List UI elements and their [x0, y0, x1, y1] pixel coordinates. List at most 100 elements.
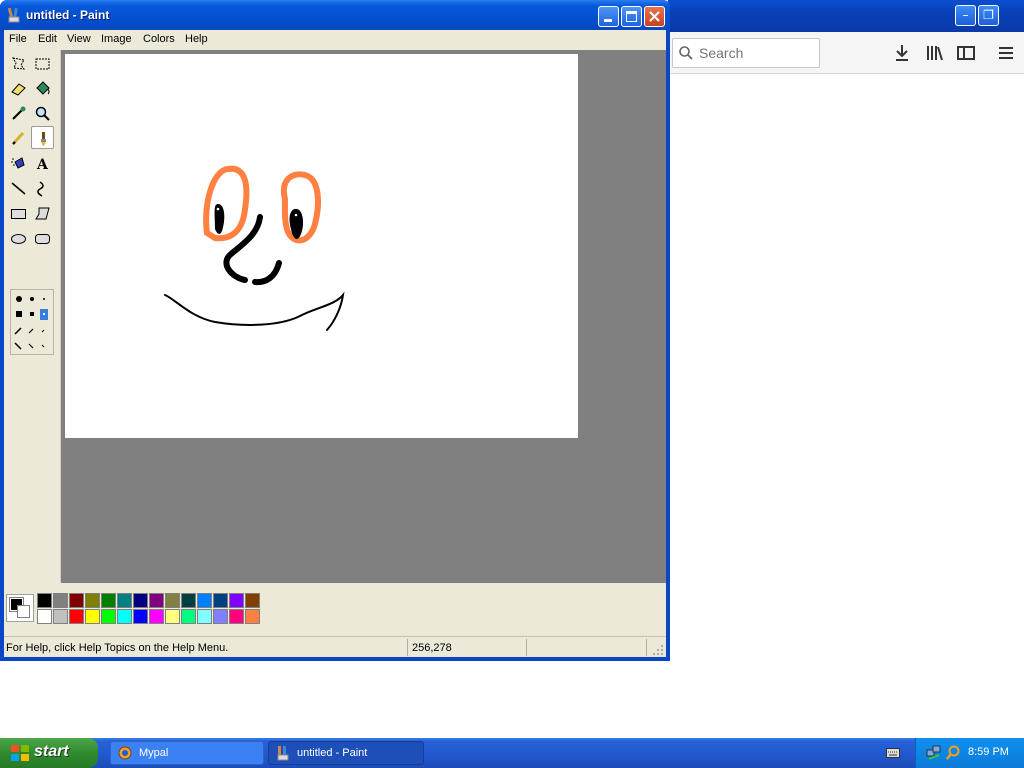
ellipse-tool[interactable]: [7, 227, 30, 250]
text-tool[interactable]: A: [31, 152, 54, 175]
menu-edit[interactable]: Edit: [38, 33, 57, 45]
brush-shapes-icon: [14, 296, 48, 350]
curve-tool[interactable]: [31, 177, 54, 200]
rounded-rectangle-tool[interactable]: [31, 227, 54, 250]
palette-swatch[interactable]: [53, 609, 68, 624]
palette-swatch[interactable]: [197, 593, 212, 608]
line-tool[interactable]: [7, 177, 30, 200]
palette-swatch[interactable]: [213, 609, 228, 624]
palette-swatch[interactable]: [85, 609, 100, 624]
free-form-select-tool[interactable]: [7, 52, 30, 75]
palette-swatch[interactable]: [165, 593, 180, 608]
paint-client-area: File Edit View Image Colors Help A For H…: [4, 30, 666, 657]
palette-swatch[interactable]: [85, 593, 100, 608]
palette-swatch[interactable]: [69, 609, 84, 624]
maximize-icon: [626, 11, 637, 22]
polygon-tool[interactable]: [31, 202, 54, 225]
color-palette: [4, 583, 666, 634]
browser-restore-button[interactable]: ❐: [978, 5, 999, 26]
palette-swatch[interactable]: [165, 609, 180, 624]
menu-view[interactable]: View: [67, 33, 91, 45]
system-tray: 8:59 PM: [915, 738, 1024, 768]
pick-color-tool[interactable]: [7, 102, 30, 125]
browser-toolbar: [668, 32, 1024, 74]
taskbar: start Mypal untitled - Paint 8:59 PM: [0, 738, 1024, 768]
start-label: start: [34, 743, 69, 760]
sidebar-icon[interactable]: [956, 43, 976, 63]
smiley-face-drawing: [164, 165, 345, 331]
rectangle-tool[interactable]: [7, 202, 30, 225]
window-title: untitled - Paint: [26, 8, 110, 22]
taskbar-item-paint[interactable]: untitled - Paint: [268, 741, 424, 765]
palette-swatch[interactable]: [213, 593, 228, 608]
drawing-canvas[interactable]: [65, 54, 578, 438]
palette-swatch[interactable]: [245, 609, 260, 624]
menu-icon[interactable]: [996, 43, 1016, 63]
eraser-tool[interactable]: [7, 77, 30, 100]
minimize-button[interactable]: [598, 6, 619, 27]
palette-swatch[interactable]: [197, 609, 212, 624]
network-icon[interactable]: [926, 745, 942, 761]
eraser-icon: [11, 83, 26, 96]
rectangle-icon: [11, 209, 26, 219]
status-divider: [526, 639, 527, 656]
pencil-tool[interactable]: [7, 127, 30, 150]
curve-icon: [37, 181, 44, 197]
taskbar-item-mypal[interactable]: Mypal: [110, 741, 264, 765]
library-icon[interactable]: [924, 43, 944, 63]
palette-swatch[interactable]: [53, 593, 68, 608]
menu-help[interactable]: Help: [185, 33, 208, 45]
search-box[interactable]: [672, 38, 820, 68]
palette-swatch[interactable]: [101, 609, 116, 624]
menu-image[interactable]: Image: [101, 33, 132, 45]
status-bar: For Help, click Help Topics on the Help …: [4, 636, 666, 657]
close-icon: [649, 11, 660, 22]
brush-tool[interactable]: [31, 126, 54, 149]
fill-tool[interactable]: [31, 77, 54, 100]
browser-minimize-button[interactable]: –: [955, 5, 976, 26]
pencil-icon: [11, 131, 25, 146]
taskbar-item-label: untitled - Paint: [297, 747, 368, 759]
palette-swatch[interactable]: [149, 609, 164, 624]
select-tool[interactable]: [31, 52, 54, 75]
browser-titlebar: – ❐: [668, 0, 1024, 32]
palette-swatch[interactable]: [229, 593, 244, 608]
start-button[interactable]: start: [0, 738, 98, 768]
magnifier-tool[interactable]: [31, 102, 54, 125]
palette-swatch[interactable]: [37, 609, 52, 624]
status-divider: [646, 639, 647, 656]
search-input[interactable]: [699, 44, 815, 62]
keyboard-icon[interactable]: [886, 748, 900, 758]
palette-swatch[interactable]: [133, 609, 148, 624]
palette-swatch[interactable]: [245, 593, 260, 608]
palette-swatch[interactable]: [149, 593, 164, 608]
menu-file[interactable]: File: [9, 33, 27, 45]
palette-swatch[interactable]: [101, 593, 116, 608]
airbrush-tool[interactable]: [7, 152, 30, 175]
palette-swatch[interactable]: [181, 609, 196, 624]
palette-swatch[interactable]: [69, 593, 84, 608]
palette-swatch[interactable]: [37, 593, 52, 608]
resize-grip-icon[interactable]: [652, 644, 664, 656]
palette-swatch[interactable]: [133, 593, 148, 608]
eyedropper-icon: [12, 106, 26, 120]
brush-shape-options[interactable]: [10, 289, 54, 355]
download-icon[interactable]: [892, 43, 912, 63]
cursor-coordinates: 256,278: [412, 642, 452, 654]
current-colors[interactable]: [6, 594, 34, 622]
palette-swatch[interactable]: [229, 609, 244, 624]
minimize-icon: [604, 19, 612, 22]
search-tray-icon[interactable]: [945, 745, 961, 761]
paint-bucket-icon: [36, 81, 50, 95]
clock: 8:59 PM: [968, 746, 1009, 758]
paint-app-icon: [277, 746, 289, 761]
canvas-area: [61, 50, 666, 583]
maximize-button[interactable]: [621, 6, 642, 27]
palette-swatch[interactable]: [181, 593, 196, 608]
search-icon: [679, 46, 693, 60]
palette-swatch[interactable]: [117, 609, 132, 624]
palette-swatch[interactable]: [117, 593, 132, 608]
close-button[interactable]: [644, 6, 665, 27]
menu-colors[interactable]: Colors: [143, 33, 175, 45]
paint-titlebar[interactable]: untitled - Paint: [0, 0, 670, 30]
